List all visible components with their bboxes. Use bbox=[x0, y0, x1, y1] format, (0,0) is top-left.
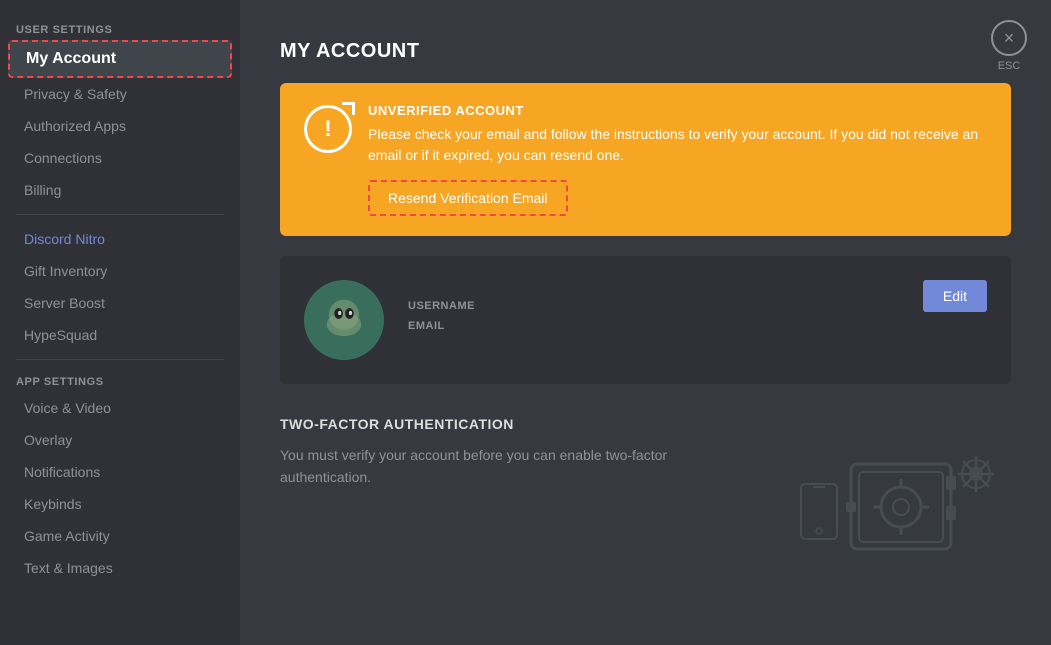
unverified-text-block: UNVERIFIED ACCOUNT Please check your ema… bbox=[368, 103, 987, 216]
sidebar-item-notifications[interactable]: Notifications bbox=[8, 456, 232, 488]
tfa-section: You must verify your account before you … bbox=[280, 444, 1011, 564]
sidebar-divider-1 bbox=[16, 214, 224, 215]
sidebar-item-privacy-safety[interactable]: Privacy & Safety bbox=[8, 78, 232, 110]
account-fields: USERNAME EMAIL bbox=[408, 300, 899, 340]
tfa-illustration bbox=[791, 444, 1011, 564]
sidebar-item-overlay[interactable]: Overlay bbox=[8, 424, 232, 456]
resend-verification-button[interactable]: Resend Verification Email bbox=[368, 180, 568, 216]
sidebar-item-hypesquad[interactable]: HypeSquad bbox=[8, 319, 232, 351]
sidebar-item-game-activity[interactable]: Game Activity bbox=[8, 520, 232, 552]
tfa-description: You must verify your account before you … bbox=[280, 444, 751, 489]
user-settings-label: USER SETTINGS bbox=[0, 16, 240, 40]
tfa-section-title: TWO-FACTOR AUTHENTICATION bbox=[280, 416, 1011, 432]
sidebar: USER SETTINGS My Account Privacy & Safet… bbox=[0, 0, 240, 645]
sidebar-item-billing[interactable]: Billing bbox=[8, 174, 232, 206]
page-title: MY ACCOUNT bbox=[280, 40, 1011, 63]
sidebar-item-connections[interactable]: Connections bbox=[8, 142, 232, 174]
account-card: USERNAME EMAIL Edit bbox=[280, 256, 1011, 384]
app-settings-label: APP SETTINGS bbox=[0, 368, 240, 392]
avatar bbox=[304, 280, 384, 360]
unverified-description: Please check your email and follow the i… bbox=[368, 124, 987, 166]
email-label: EMAIL bbox=[408, 320, 899, 332]
sidebar-item-server-boost[interactable]: Server Boost bbox=[8, 287, 232, 319]
email-field: EMAIL bbox=[408, 320, 899, 332]
sidebar-item-keybinds[interactable]: Keybinds bbox=[8, 488, 232, 520]
unverified-banner: ! UNVERIFIED ACCOUNT Please check your e… bbox=[280, 83, 1011, 236]
warning-icon: ! bbox=[304, 105, 352, 153]
sidebar-item-my-account[interactable]: My Account bbox=[8, 40, 232, 78]
username-field: USERNAME bbox=[408, 300, 899, 312]
sidebar-divider-2 bbox=[16, 359, 224, 360]
edit-button[interactable]: Edit bbox=[923, 280, 987, 312]
username-label: USERNAME bbox=[408, 300, 899, 312]
sidebar-item-authorized-apps[interactable]: Authorized Apps bbox=[8, 110, 232, 142]
close-button-container: × ESC bbox=[991, 20, 1027, 72]
esc-label: ESC bbox=[998, 60, 1021, 72]
close-button[interactable]: × bbox=[991, 20, 1027, 56]
sidebar-item-voice-video[interactable]: Voice & Video bbox=[8, 392, 232, 424]
sidebar-item-text-images[interactable]: Text & Images bbox=[8, 552, 232, 584]
main-content: × ESC MY ACCOUNT ! UNVERIFIED ACCOUNT Pl… bbox=[240, 0, 1051, 645]
unverified-title: UNVERIFIED ACCOUNT bbox=[368, 103, 987, 118]
sidebar-item-gift-inventory[interactable]: Gift Inventory bbox=[8, 255, 232, 287]
sidebar-item-discord-nitro[interactable]: Discord Nitro bbox=[8, 223, 232, 255]
